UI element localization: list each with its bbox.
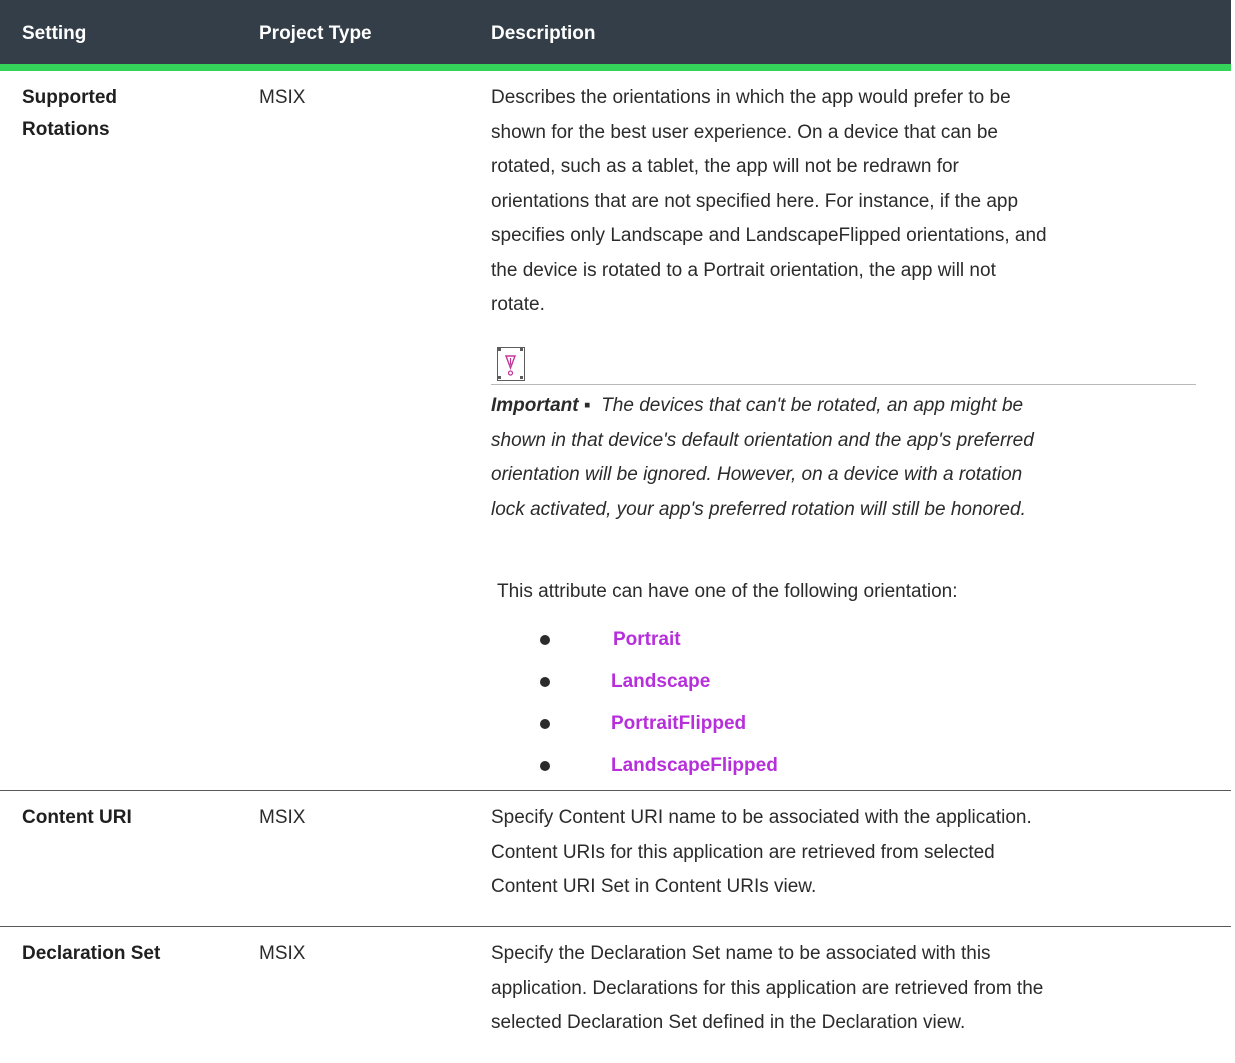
option-link-portraitflipped[interactable]: PortraitFlipped xyxy=(611,709,746,739)
table-row-declaration-set: Declaration Set MSIX Specify the Declara… xyxy=(0,927,1231,1063)
note-line: orientation will be ignored. However, on… xyxy=(491,464,1023,485)
description: Specify Content URI name to be associate… xyxy=(491,801,1196,905)
description-line: orientations that are not specified here… xyxy=(491,190,1019,212)
header-setting: Setting xyxy=(22,23,87,44)
description-line: Specify the Declaration Set name to be a… xyxy=(491,943,991,964)
bullet-icon xyxy=(540,635,550,645)
project-type: MSIX xyxy=(259,87,306,108)
option-link-landscapeflipped[interactable]: LandscapeFlipped xyxy=(611,751,778,781)
option-link-landscape[interactable]: Landscape xyxy=(611,667,710,697)
bullet-icon xyxy=(540,761,550,771)
table-row-supported-rotations: Supported Rotations MSIX Describes the o… xyxy=(0,71,1231,791)
bullet-icon xyxy=(540,677,550,687)
setting-name: Content URI xyxy=(22,807,132,828)
description-line: selected Declaration Set defined in the … xyxy=(491,1012,966,1033)
setting-name: Supported Rotations xyxy=(22,82,222,146)
important-note: Important ▪ The devices that can't be ro… xyxy=(491,389,1196,527)
header-project-type: Project Type xyxy=(259,23,372,44)
project-type: MSIX xyxy=(259,943,306,964)
description: Describes the orientations in which the … xyxy=(491,81,1196,323)
option-link-portrait[interactable]: Portrait xyxy=(613,625,681,655)
description-line: rotated, such as a tablet, the app will … xyxy=(491,156,959,177)
description-line: Content URIs for this application are re… xyxy=(491,841,995,863)
setting-name-line-2: Rotations xyxy=(22,119,110,140)
note-label: Important ▪ xyxy=(491,395,591,416)
setting-name: Declaration Set xyxy=(22,943,161,964)
description-line: the device is rotated to a Portrait orie… xyxy=(491,259,996,281)
note-line-text: The devices that can't be rotated, an ap… xyxy=(601,395,1024,416)
description-line: application. Declarations for this appli… xyxy=(491,977,1044,999)
note-divider xyxy=(491,384,1196,385)
list-item: LandscapeFlipped xyxy=(540,751,940,781)
list-intro: This attribute can have one of the follo… xyxy=(497,581,958,602)
note-line: shown in that device's default orientati… xyxy=(491,429,1034,451)
description: Specify the Declaration Set name to be a… xyxy=(491,937,1196,1041)
settings-table: Setting Project Type Description Support… xyxy=(0,0,1231,1063)
description-line: Describes the orientations in which the … xyxy=(491,87,1011,108)
description-line: specifies only Landscape and LandscapeFl… xyxy=(491,225,1047,246)
note-line: Important ▪ The devices that can't be ro… xyxy=(491,389,1196,424)
table-header: Setting Project Type Description xyxy=(0,0,1231,71)
list-item: PortraitFlipped xyxy=(540,709,940,739)
bullet-icon xyxy=(540,719,550,729)
setting-name-line-1: Supported xyxy=(22,87,117,108)
project-type: MSIX xyxy=(259,807,306,828)
list-item: Landscape xyxy=(540,667,940,697)
header-description: Description xyxy=(491,23,596,44)
important-icon xyxy=(497,347,525,381)
note-line: lock activated, your app's preferred rot… xyxy=(491,498,1026,520)
description-line: Specify Content URI name to be associate… xyxy=(491,807,1032,828)
table-row-content-uri: Content URI MSIX Specify Content URI nam… xyxy=(0,791,1231,927)
description-line: rotate. xyxy=(491,294,545,315)
description-line: shown for the best user experience. On a… xyxy=(491,121,998,143)
description-line: Content URI Set in Content URIs view. xyxy=(491,876,817,897)
list-item: Portrait xyxy=(540,625,940,655)
